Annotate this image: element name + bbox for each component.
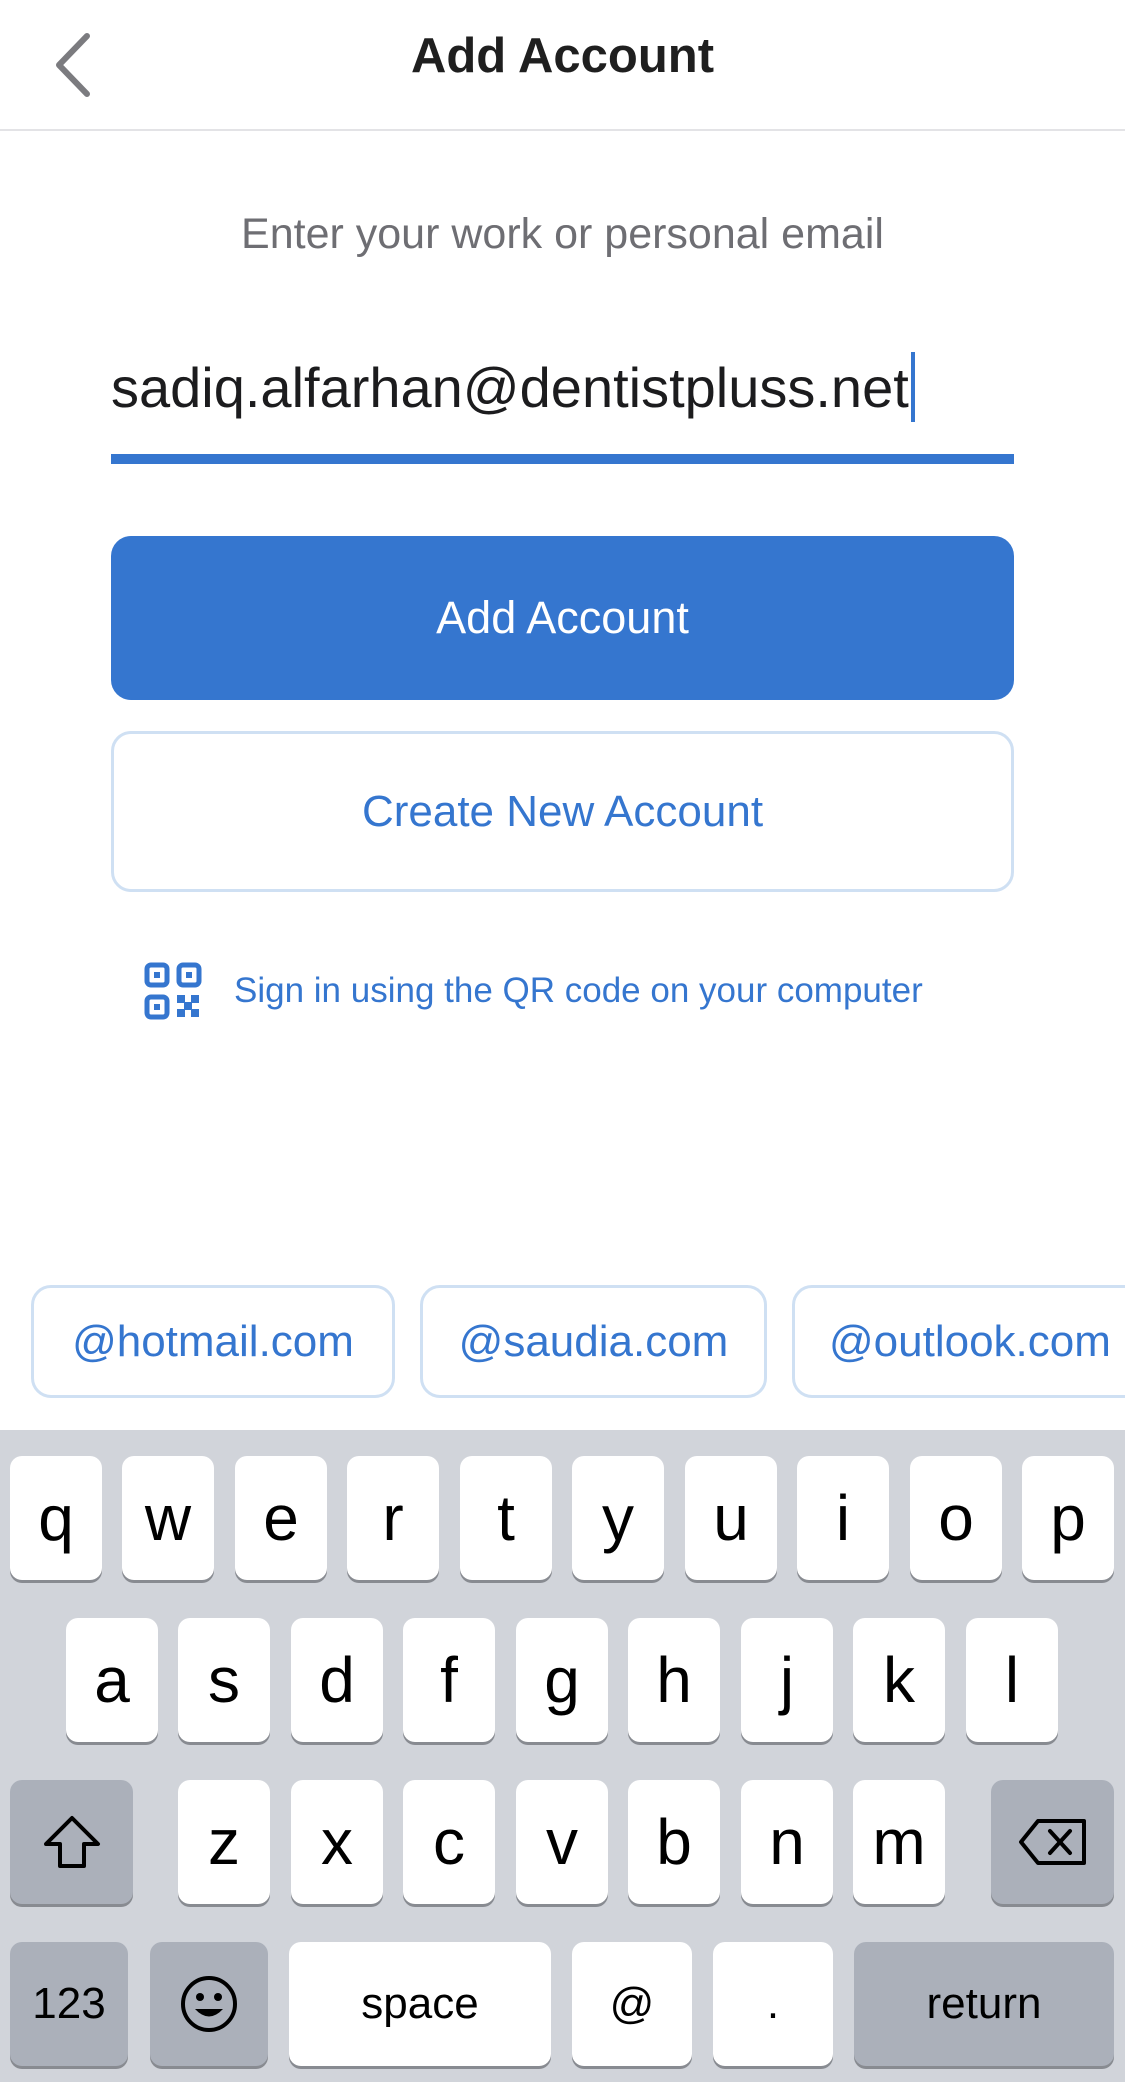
numbers-key[interactable]: 123 [10,1942,128,2066]
return-key[interactable]: return [854,1942,1114,2066]
key-v[interactable]: v [516,1780,608,1904]
email-prompt: Enter your work or personal email [241,210,884,258]
email-field[interactable]: sadiq.alfarhan@dentistpluss.net [111,340,1014,464]
add-account-button[interactable]: Add Account [111,536,1014,700]
space-key[interactable]: space [289,1942,551,2066]
key-z[interactable]: z [178,1780,270,1904]
key-a[interactable]: a [66,1618,158,1742]
text-caret [910,352,915,422]
create-new-account-button[interactable]: Create New Account [111,731,1014,892]
qr-sign-in-link[interactable]: Sign in using the QR code on your comput… [144,958,923,1024]
key-x[interactable]: x [291,1780,383,1904]
key-f[interactable]: f [403,1618,495,1742]
key-j[interactable]: j [741,1618,833,1742]
suggestion-chip[interactable]: @outlook.com [792,1285,1125,1398]
domain-suggestions: @hotmail.com @saudia.com @outlook.com [0,1285,1125,1400]
suggestion-chip[interactable]: @hotmail.com [31,1285,395,1398]
key-o[interactable]: o [910,1456,1002,1580]
key-d[interactable]: d [291,1618,383,1742]
key-c[interactable]: c [403,1780,495,1904]
backspace-icon [1018,1819,1086,1865]
key-t[interactable]: t [460,1456,552,1580]
email-value-wrap: sadiq.alfarhan@dentistpluss.net [111,352,915,422]
key-w[interactable]: w [122,1456,214,1580]
emoji-icon [181,1976,237,2032]
key-n[interactable]: n [741,1780,833,1904]
key-s[interactable]: s [178,1618,270,1742]
shift-arrow-icon [43,1816,100,1868]
key-m[interactable]: m [853,1780,945,1904]
key-y[interactable]: y [572,1456,664,1580]
navigation-bar: Add Account [0,0,1125,131]
delete-key[interactable] [991,1780,1114,1904]
key-u[interactable]: u [685,1456,777,1580]
key-e[interactable]: e [235,1456,327,1580]
key-h[interactable]: h [628,1618,720,1742]
key-r[interactable]: r [347,1456,439,1580]
key-p[interactable]: p [1022,1456,1114,1580]
page-title: Add Account [410,29,715,83]
key-l[interactable]: l [966,1618,1058,1742]
key-b[interactable]: b [628,1780,720,1904]
key-g[interactable]: g [516,1618,608,1742]
shift-key[interactable] [10,1780,133,1904]
emoji-key[interactable] [150,1942,268,2066]
keyboard: q w e r t y u i o p a s d f g h j k l z … [0,1430,1125,2082]
key-i[interactable]: i [797,1456,889,1580]
at-key[interactable]: @ [572,1942,692,2066]
email-value: sadiq.alfarhan@dentistpluss.net [111,355,909,419]
suggestion-chip[interactable]: @saudia.com [420,1285,767,1398]
period-key[interactable]: . [713,1942,833,2066]
key-k[interactable]: k [853,1618,945,1742]
key-q[interactable]: q [10,1456,102,1580]
qr-code-icon [144,962,202,1020]
qr-sign-in-text: Sign in using the QR code on your comput… [234,971,923,1010]
